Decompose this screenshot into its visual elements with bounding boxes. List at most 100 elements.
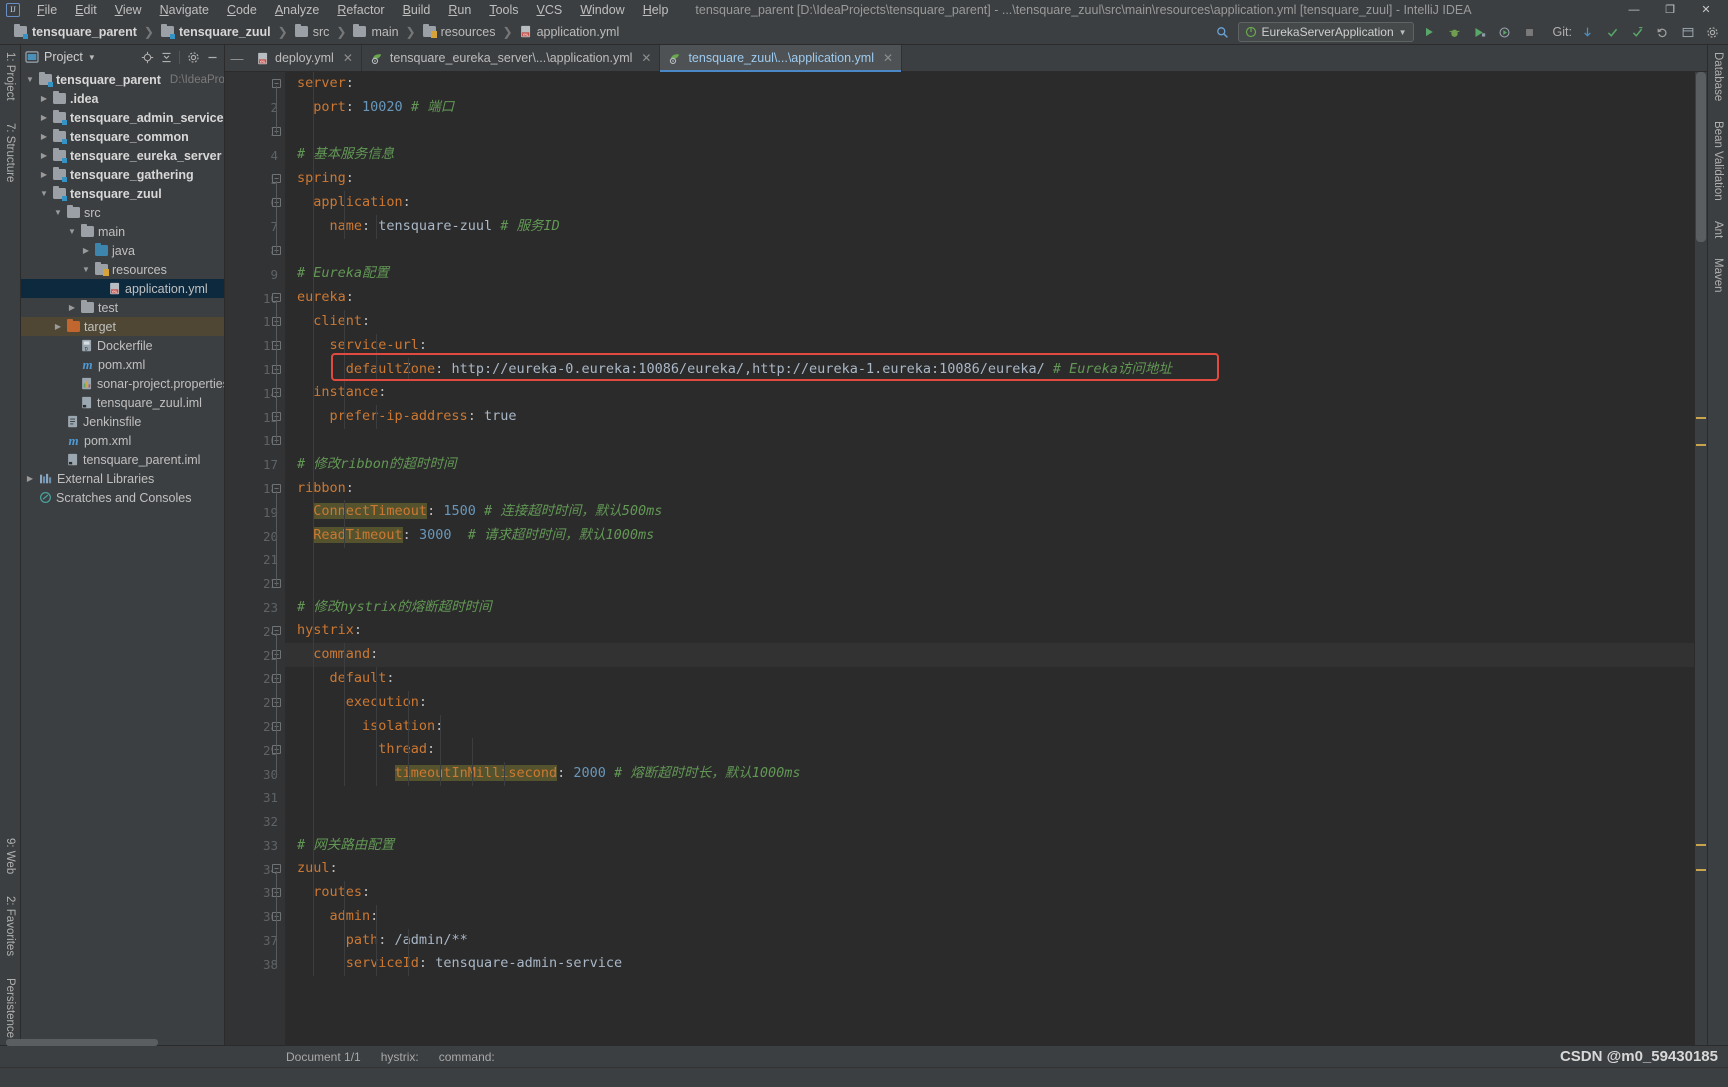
chevron-right-icon[interactable]: ▶ <box>39 132 49 142</box>
chevron-down-icon[interactable]: ▼ <box>88 53 96 62</box>
settings-gear-icon[interactable] <box>185 49 201 65</box>
chevron-right-icon[interactable]: ▶ <box>25 474 35 484</box>
error-marker[interactable] <box>1696 417 1706 419</box>
code-line[interactable]: ConnectTimeout: 1500 # 连接超时时间，默认500ms <box>285 500 1694 524</box>
fold-column[interactable]: −−−−−−−−−−−−−−−−−−−−−−− <box>268 72 285 1045</box>
main-menu[interactable]: File Edit View Navigate Code Analyze Refactor B… <box>28 1 677 19</box>
menu-item-file[interactable]: File <box>28 1 66 19</box>
tree-node-main[interactable]: ▼ main <box>21 222 224 241</box>
code-line[interactable]: application: <box>285 191 1694 215</box>
tree-node-tensquare-parent-iml[interactable]: tensquare_parent.iml <box>21 450 224 469</box>
tree-node-scratches-and-consoles[interactable]: Scratches and Consoles <box>21 488 224 507</box>
profile-icon[interactable] <box>1495 23 1514 42</box>
code-line[interactable]: zuul: <box>285 857 1694 881</box>
tree-node-tensquare-zuul-iml[interactable]: tensquare_zuul.iml <box>21 393 224 412</box>
error-marker[interactable] <box>1696 869 1706 871</box>
close-button[interactable]: ✕ <box>1688 0 1724 19</box>
status-breadcrumb-1[interactable]: hystrix: <box>371 1050 429 1064</box>
menu-item-code[interactable]: Code <box>218 1 266 19</box>
tree-node-test[interactable]: ▶ test <box>21 298 224 317</box>
editor-tab-1[interactable]: tensquare_eureka_server\...\application.… <box>361 45 661 71</box>
code-line[interactable]: default: <box>285 667 1694 691</box>
search-everywhere-icon[interactable] <box>1678 23 1697 42</box>
chevron-down-icon[interactable]: ▼ <box>1399 28 1407 37</box>
tool-tab-persistence[interactable]: Persistence <box>3 975 17 1041</box>
code-line[interactable] <box>285 572 1694 596</box>
code-line[interactable]: # 修改ribbon的超时时间 <box>285 453 1694 477</box>
tool-tab-2--favorites[interactable]: 2: Favorites <box>3 893 17 959</box>
tree-node-tensquare-common[interactable]: ▶ tensquare_common <box>21 127 224 146</box>
update-project-icon[interactable] <box>1578 23 1597 42</box>
search-icon[interactable] <box>1213 23 1232 42</box>
tree-node-application-yml[interactable]: YML application.yml <box>21 279 224 298</box>
chevron-right-icon[interactable]: ▶ <box>39 94 49 104</box>
menu-item-run[interactable]: Run <box>439 1 480 19</box>
code-line[interactable]: execution: <box>285 691 1694 715</box>
chevron-down-icon[interactable]: ▼ <box>39 189 49 199</box>
code-line[interactable]: port: 10020 # 端口 <box>285 96 1694 120</box>
code-line[interactable]: # 基本服务信息 <box>285 143 1694 167</box>
breadcrumb-item-tensquare-zuul[interactable]: tensquare_zuul <box>157 23 275 40</box>
code-line[interactable] <box>285 810 1694 834</box>
error-marker[interactable] <box>1696 844 1706 846</box>
menu-item-view[interactable]: View <box>106 1 151 19</box>
editor-gutter[interactable]: 1234567891011121314151617181920212223242… <box>225 72 285 1045</box>
code-line[interactable]: # 修改hystrix的熔断超时时间 <box>285 596 1694 620</box>
tree-node-resources[interactable]: ▼ resources <box>21 260 224 279</box>
menu-item-vcs[interactable]: VCS <box>528 1 572 19</box>
rollback-icon[interactable] <box>1653 23 1672 42</box>
project-tree[interactable]: ▼ tensquare_parent D:\IdeaProje ▶ .idea ▶ tens… <box>21 69 224 1045</box>
code-line[interactable]: serviceId: tensquare-admin-service <box>285 952 1694 976</box>
code-line[interactable]: # Eureka配置 <box>285 262 1694 286</box>
tool-tab-7--structure[interactable]: 7: Structure <box>3 120 17 185</box>
tree-node-pom-xml[interactable]: m pom.xml <box>21 431 224 450</box>
chevron-down-icon[interactable]: ▼ <box>67 227 77 237</box>
maximize-button[interactable]: ❐ <box>1652 0 1688 19</box>
code-line[interactable]: service-url: <box>285 334 1694 358</box>
settings-gear-icon[interactable] <box>1703 23 1722 42</box>
chevron-right-icon[interactable]: ▶ <box>81 246 91 256</box>
tree-node-sonar-project-properties[interactable]: sonar-project.properties <box>21 374 224 393</box>
code-line[interactable]: hystrix: <box>285 619 1694 643</box>
menu-item-refactor[interactable]: Refactor <box>328 1 393 19</box>
coverage-icon[interactable] <box>1470 23 1489 42</box>
tree-node-src[interactable]: ▼ src <box>21 203 224 222</box>
code-line[interactable]: path: /admin/** <box>285 929 1694 953</box>
tree-node-jenkinsfile[interactable]: Jenkinsfile <box>21 412 224 431</box>
close-icon[interactable]: ✕ <box>641 51 651 65</box>
code-line[interactable]: thread: <box>285 738 1694 762</box>
chevron-down-icon[interactable]: ▼ <box>25 75 35 85</box>
code-line[interactable]: timeoutInMillisecond: 2000 # 熔断超时时长，默认10… <box>285 762 1694 786</box>
code-line[interactable]: ribbon: <box>285 477 1694 501</box>
run-configuration-selector[interactable]: EurekaServerApplication ▼ <box>1237 22 1414 42</box>
code-line[interactable] <box>285 548 1694 572</box>
code-line[interactable]: routes: <box>285 881 1694 905</box>
chevron-right-icon[interactable]: ▶ <box>39 113 49 123</box>
code-content[interactable]: server: port: 10020 # 端口 # 基本服务信息 spring: … <box>285 72 1694 1045</box>
code-line[interactable]: prefer-ip-address: true <box>285 405 1694 429</box>
tool-tab-ant[interactable]: Ant <box>1711 218 1725 241</box>
tool-tab-1--project[interactable]: 1: Project <box>3 49 17 104</box>
code-line[interactable]: admin: <box>285 905 1694 929</box>
push-icon[interactable] <box>1628 23 1647 42</box>
run-icon[interactable] <box>1420 23 1439 42</box>
collapse-tabs-icon[interactable]: — <box>225 45 249 71</box>
tree-node-tensquare-eureka-server[interactable]: ▶ tensquare_eureka_server <box>21 146 224 165</box>
tool-tab-bean-validation[interactable]: Bean Validation <box>1711 118 1725 204</box>
tree-node-tensquare-gathering[interactable]: ▶ tensquare_gathering <box>21 165 224 184</box>
breadcrumb-item-application-yml[interactable]: YML application.yml <box>516 24 624 40</box>
error-marker[interactable] <box>1696 444 1706 446</box>
tree-node-dockerfile[interactable]: D Dockerfile <box>21 336 224 355</box>
code-line[interactable]: server: <box>285 72 1694 96</box>
tree-node-java[interactable]: ▶ java <box>21 241 224 260</box>
commit-icon[interactable] <box>1603 23 1622 42</box>
hide-panel-icon[interactable] <box>204 49 220 65</box>
code-line[interactable]: eureka: <box>285 286 1694 310</box>
chevron-down-icon[interactable]: ▼ <box>81 265 91 275</box>
horizontal-scrollbar[interactable] <box>6 1039 158 1046</box>
menu-item-build[interactable]: Build <box>394 1 440 19</box>
breadcrumb-item-resources[interactable]: resources <box>419 23 500 40</box>
menu-item-window[interactable]: Window <box>571 1 633 19</box>
chevron-down-icon[interactable]: ▼ <box>53 208 63 218</box>
breadcrumb-item-src[interactable]: src <box>291 23 334 40</box>
